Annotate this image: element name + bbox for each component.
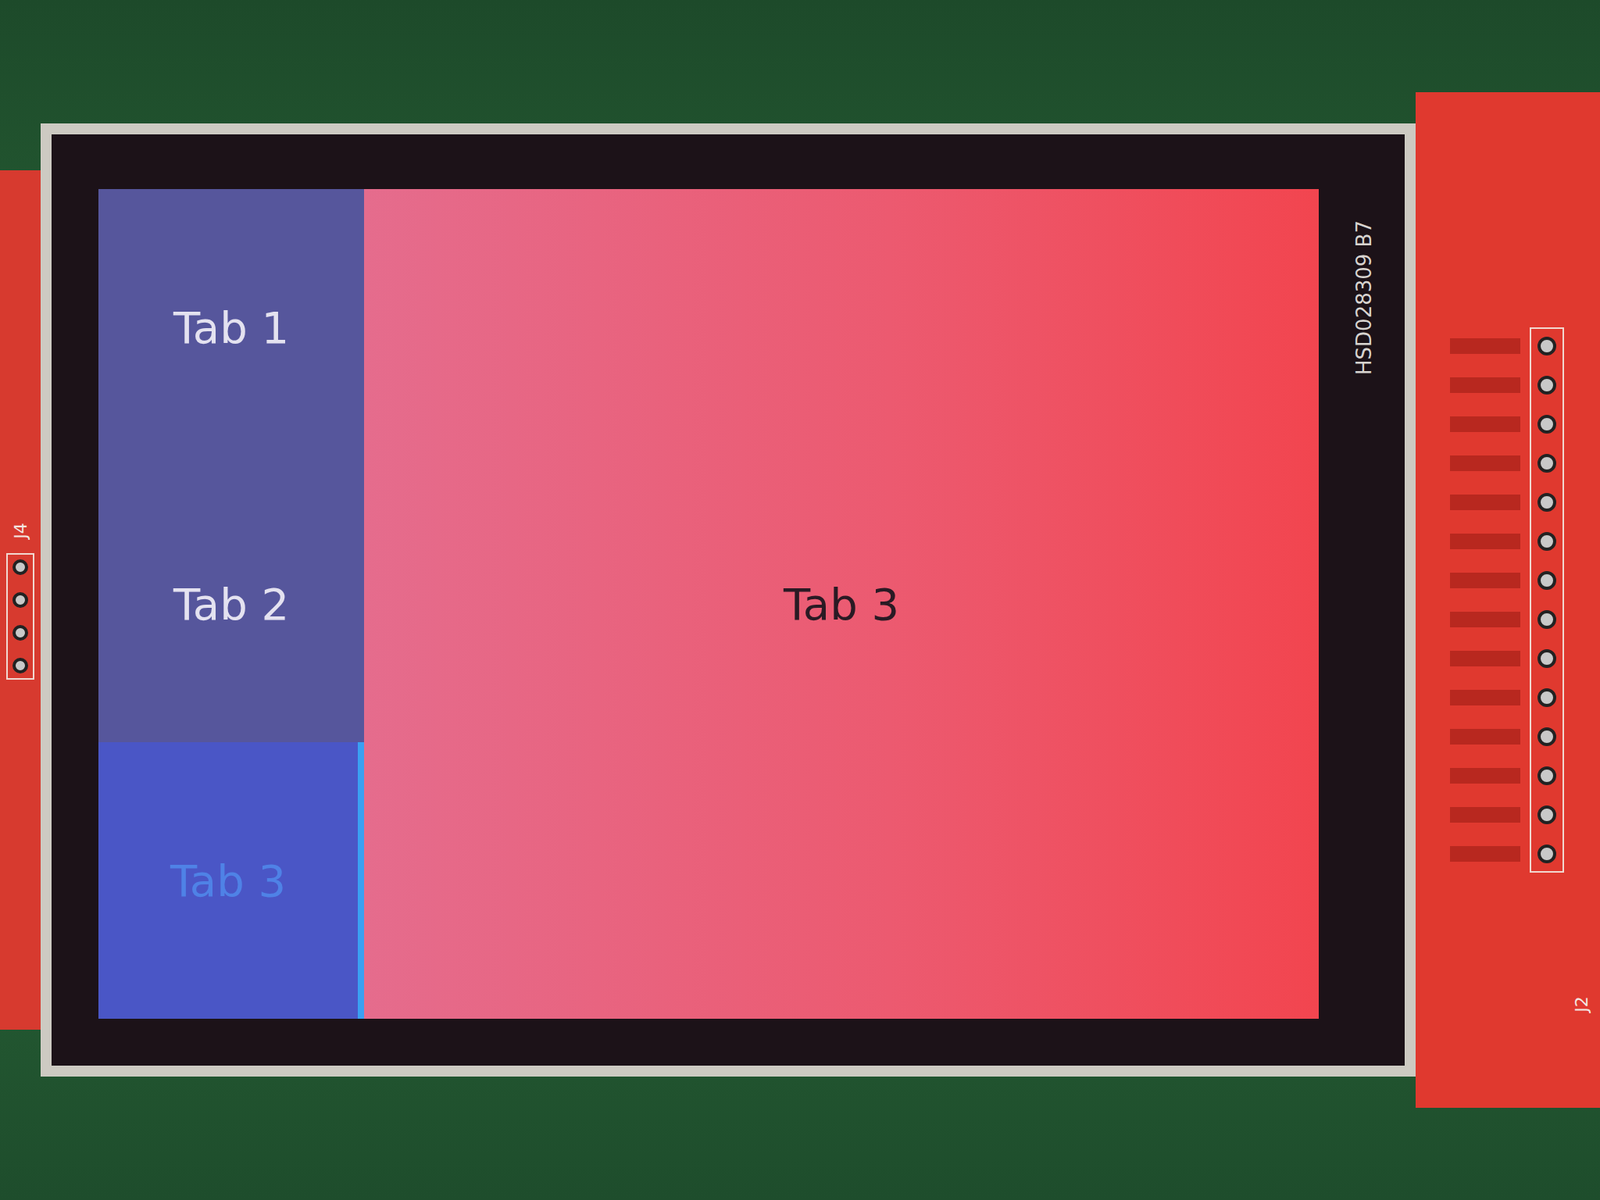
pin-icon [12, 592, 29, 608]
trace [1450, 338, 1521, 354]
pin-icon [12, 625, 29, 641]
trace [1450, 533, 1521, 550]
tab[interactable]: Tab 3 [98, 742, 365, 1019]
right-board: J2 [1415, 92, 1600, 1108]
pin-icon [1537, 805, 1557, 825]
tab[interactable]: Tab 2 [98, 465, 365, 743]
tab-label: Tab 2 [173, 578, 290, 630]
connector-label: J4 [10, 522, 31, 540]
trace [1450, 650, 1521, 667]
pin-icon [1537, 571, 1557, 590]
pin-icon [1537, 844, 1557, 864]
pin-icon [12, 559, 29, 575]
traces [1450, 338, 1521, 862]
trace [1450, 416, 1521, 433]
pin-icon [1537, 649, 1557, 668]
pin-icon [1537, 727, 1557, 747]
trace [1450, 728, 1521, 745]
pin-header [1529, 327, 1565, 873]
screen: Tab 1 Tab 2 Tab 3 Tab 3 [98, 189, 1319, 1019]
pin-icon [1537, 766, 1557, 786]
tab-label: Tab 3 [170, 855, 286, 907]
trace [1450, 377, 1521, 393]
display-model-label: HSD028309 B7 [1352, 220, 1376, 375]
trace [1450, 455, 1521, 472]
pin-icon [1537, 414, 1557, 434]
display-flex-strip: HSD028309 B7 [1342, 189, 1386, 1019]
pin-icon [1537, 492, 1557, 512]
pin-icon [1537, 453, 1557, 473]
pin-icon [1537, 375, 1557, 395]
left-board: J4 [0, 170, 41, 1030]
connector-label: J2 [1571, 996, 1591, 1013]
trace [1450, 767, 1521, 784]
pin-icon [1537, 610, 1557, 629]
content-label: Tab 3 [783, 578, 900, 630]
pin-icon [1537, 532, 1557, 551]
display-bezel: Tab 1 Tab 2 Tab 3 Tab 3 HSD028309 B7 [40, 123, 1416, 1077]
pin-icon [1537, 336, 1557, 356]
trace [1450, 807, 1521, 823]
trace [1450, 611, 1521, 628]
pin-icon [12, 657, 29, 674]
tab[interactable]: Tab 1 [98, 189, 365, 466]
trace [1450, 689, 1521, 706]
trace [1450, 494, 1521, 511]
device-photo: J4 Tab 1 Tab 2 Tab 3 Tab 3 HSD028309 B7 J2 [0, 0, 1600, 1200]
tab-content: Tab 3 [364, 189, 1319, 1019]
tab-bar: Tab 1 Tab 2 Tab 3 [98, 189, 365, 1019]
display-glass: Tab 1 Tab 2 Tab 3 Tab 3 HSD028309 B7 [51, 134, 1405, 1066]
pin-header [6, 553, 35, 680]
trace [1450, 572, 1521, 589]
trace [1450, 846, 1521, 862]
tab-label: Tab 1 [173, 302, 290, 354]
pin-icon [1537, 688, 1557, 708]
